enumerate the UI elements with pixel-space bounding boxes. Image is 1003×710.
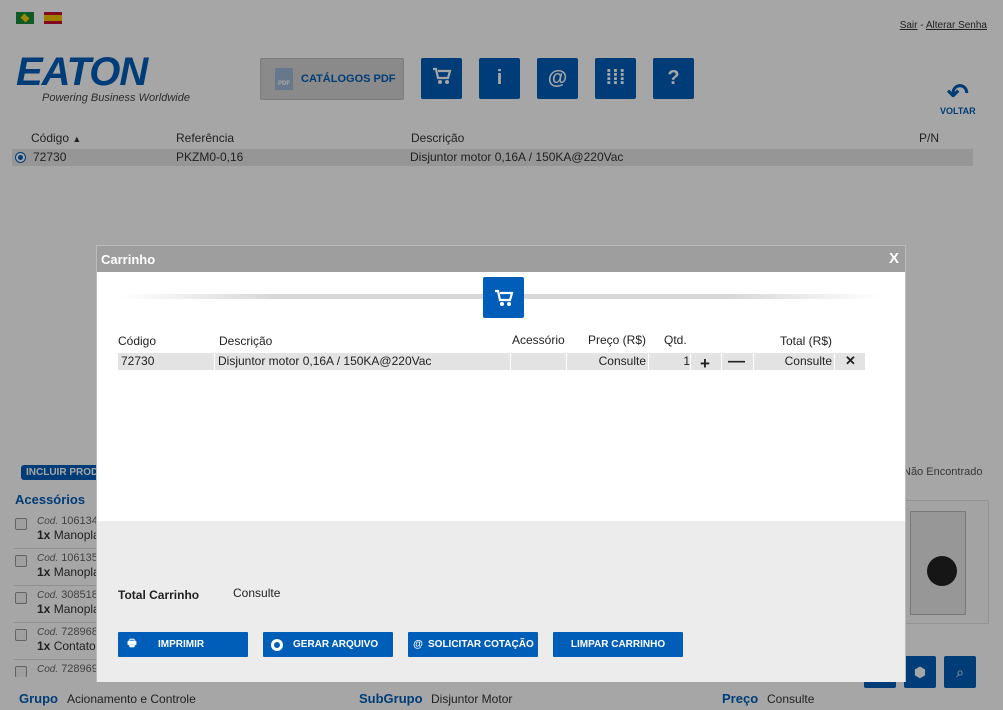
record-icon — [271, 638, 283, 651]
cart-col-preco: Preço (R$) — [588, 333, 647, 347]
cell-divider — [566, 353, 567, 370]
modal-header: Carrinho X — [97, 246, 905, 272]
cell-divider — [690, 353, 691, 370]
request-quote-label: SOLICITAR COTAÇÃO — [428, 639, 534, 650]
generate-file-button[interactable]: GERAR ARQUIVO — [263, 632, 393, 657]
cell-divider — [721, 353, 722, 370]
cart-row-total: Consulte — [784, 354, 832, 368]
clear-cart-label: LIMPAR CARRINHO — [570, 639, 666, 650]
at-icon: @ — [413, 639, 423, 650]
decrease-qty-button[interactable]: — — [728, 351, 745, 371]
print-button[interactable]: 🖶 IMPRIMIR — [118, 632, 248, 657]
cart-row: 72730 Disjuntor motor 0,16A / 150KA@220V… — [118, 351, 865, 373]
cart-row-descricao: Disjuntor motor 0,16A / 150KA@220Vac — [218, 354, 432, 368]
close-icon[interactable]: X — [889, 250, 899, 267]
cart-col-qtd: Qtd. — [664, 333, 687, 347]
cell-divider — [214, 353, 215, 370]
request-quote-button[interactable]: @ SOLICITAR COTAÇÃO — [408, 632, 538, 657]
generate-file-label: GERAR ARQUIVO — [293, 639, 379, 650]
cart-col-codigo: Código — [118, 334, 157, 348]
cart-col-descricao: Descrição — [219, 334, 273, 348]
cart-row-codigo: 72730 — [121, 354, 155, 368]
cell-divider — [834, 353, 835, 370]
printer-icon: 🖶 — [127, 638, 137, 649]
cart-col-acessorio: Acessório — [512, 333, 565, 347]
cart-total-value: Consulte — [233, 586, 281, 600]
modal-title: Carrinho — [101, 252, 156, 267]
cart-summary-area: Total Carrinho Consulte 🖶 IMPRIMIR GERAR… — [97, 521, 905, 682]
cart-row-qtd[interactable]: 1 — [683, 354, 690, 368]
cell-divider — [648, 353, 649, 370]
cart-step-icon — [483, 277, 524, 318]
cart-modal: Carrinho X Código Descrição Acessório Pr… — [96, 245, 906, 682]
cart-col-total: Total (R$) — [780, 334, 833, 348]
cell-divider — [753, 353, 754, 370]
cart-total-label: Total Carrinho — [118, 588, 200, 602]
print-label: IMPRIMIR — [158, 639, 205, 650]
cell-divider — [510, 353, 511, 370]
increase-qty-button[interactable]: + — [700, 354, 710, 374]
remove-item-icon[interactable]: ✕ — [845, 353, 856, 369]
clear-cart-button[interactable]: LIMPAR CARRINHO — [553, 632, 683, 657]
cart-row-preco: Consulte — [598, 354, 646, 368]
